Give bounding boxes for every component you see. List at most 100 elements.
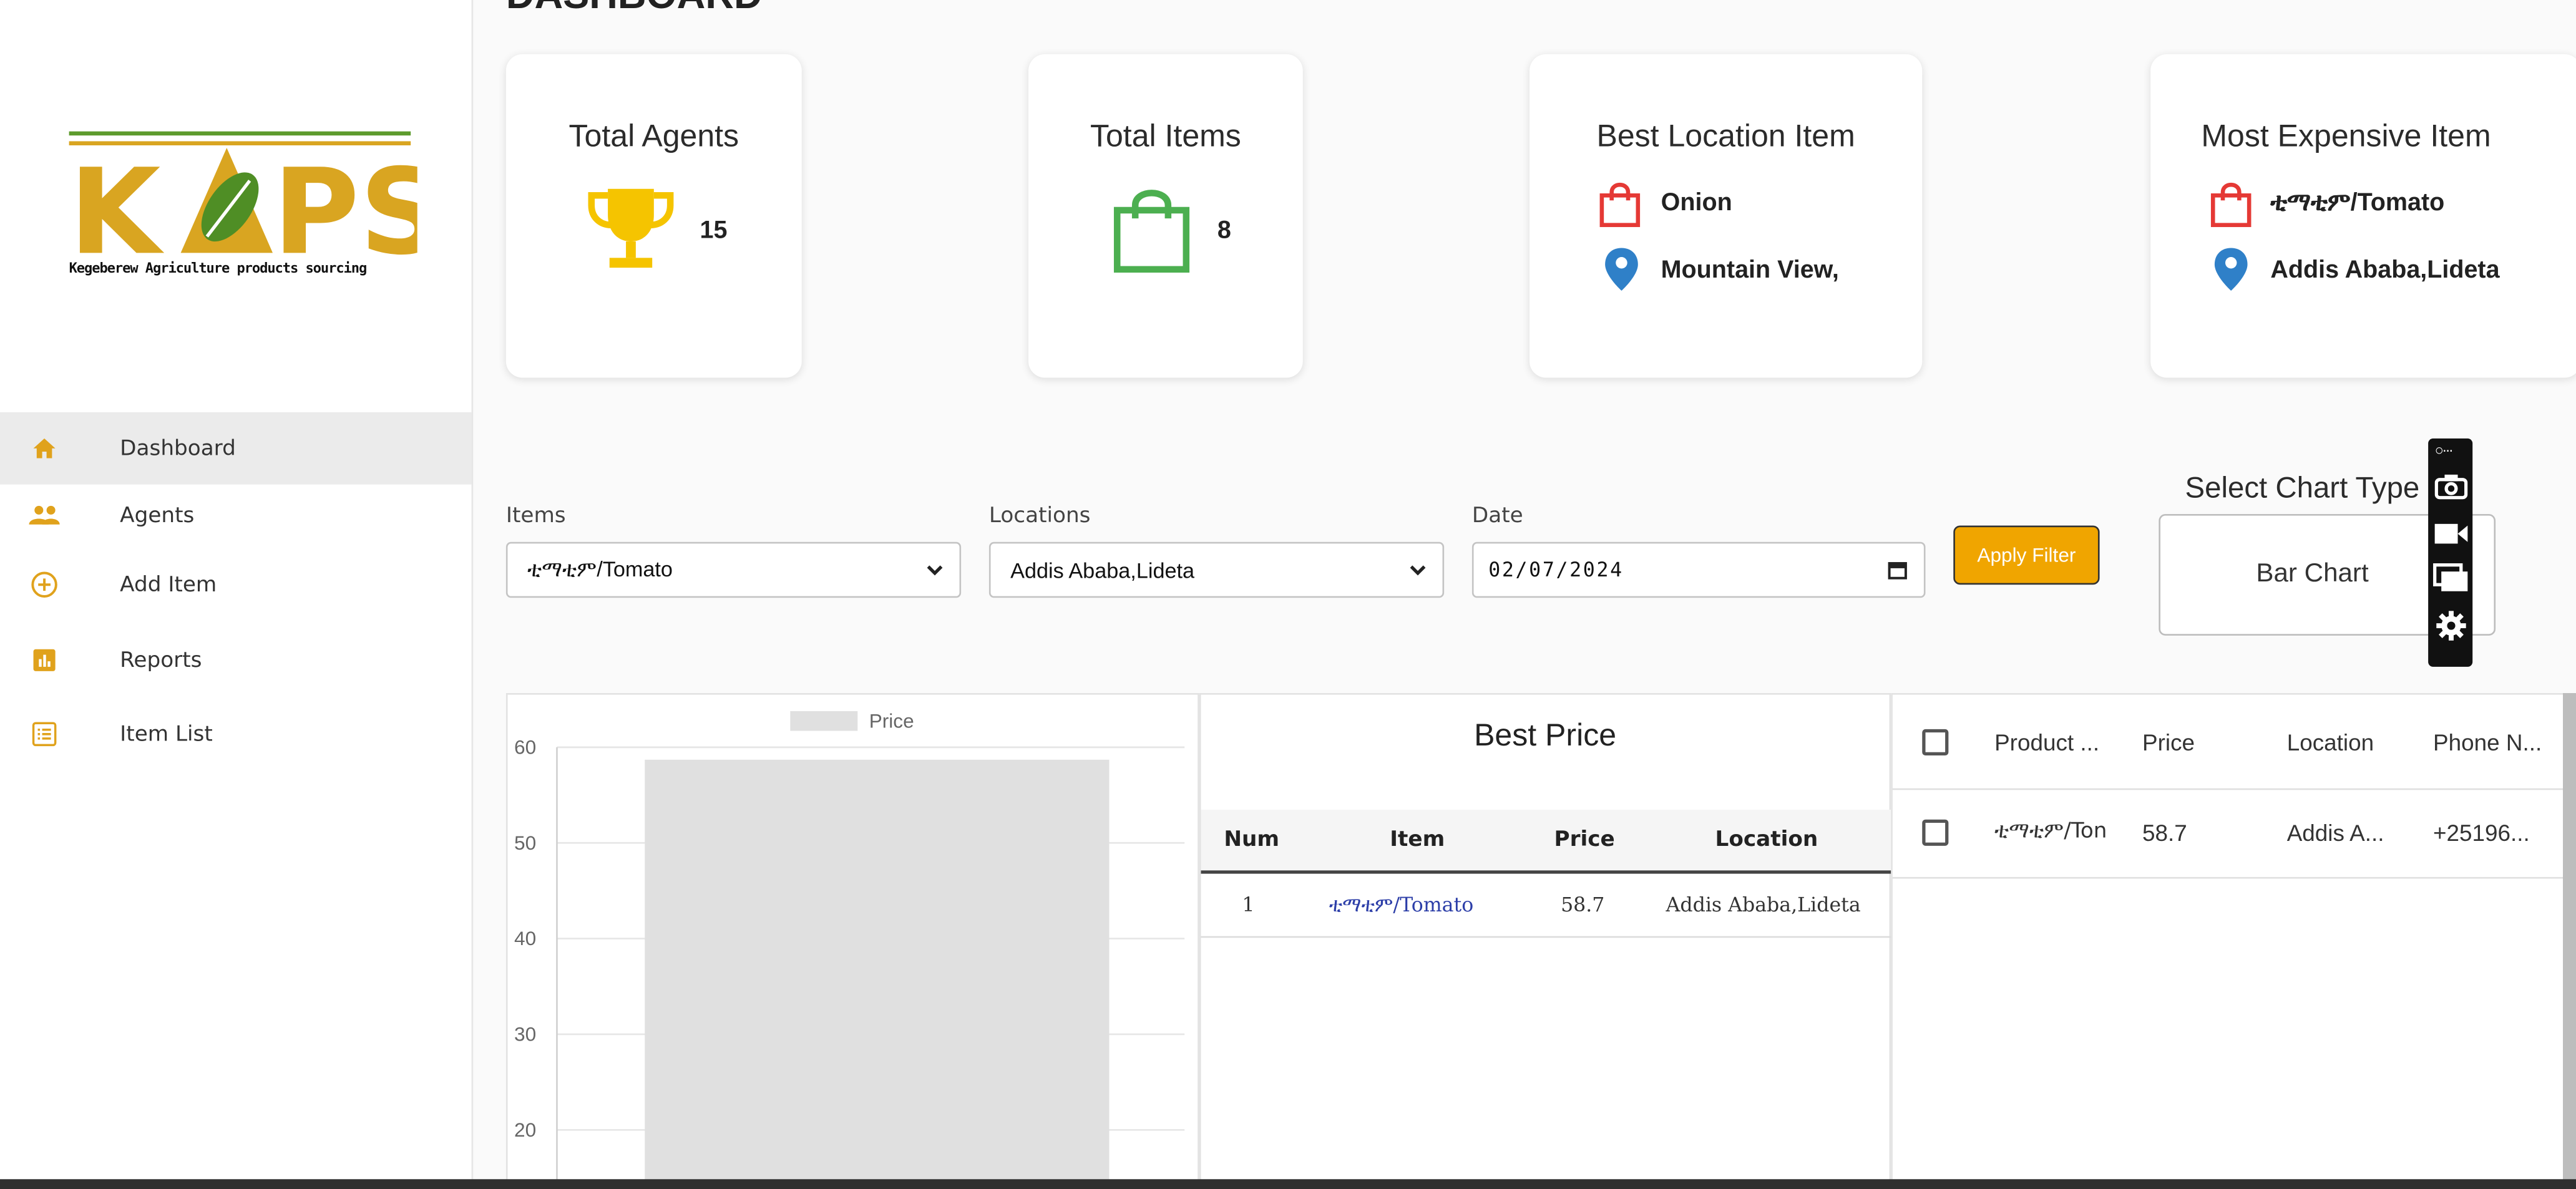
items-select-value: ቲማቲም/Tomato bbox=[527, 556, 673, 581]
best-location-item: Onion bbox=[1661, 188, 1732, 217]
chart-bar bbox=[645, 759, 1110, 1189]
data-grid-panel: Product ... Price Location Phone N... ቲማ… bbox=[1891, 692, 2576, 1189]
apply-filter-label: Apply Filter bbox=[1977, 543, 2076, 567]
y-tick-label: 50 bbox=[514, 832, 536, 854]
items-select[interactable]: ቲማቲም/Tomato bbox=[505, 541, 962, 598]
home-icon bbox=[26, 430, 62, 467]
video-icon[interactable] bbox=[2433, 521, 2469, 555]
table-row[interactable]: ቲማቲም/Ton 58.7 Addis A... +25196... bbox=[1892, 790, 2576, 879]
card-title: Total Items bbox=[1090, 120, 1241, 155]
sidebar-item-reports[interactable]: Reports bbox=[0, 624, 472, 696]
date-input-value: 02/07/2024 bbox=[1488, 558, 1624, 581]
sidebar-item-label: Reports bbox=[120, 648, 202, 673]
chart-type-value: Bar Chart bbox=[2256, 560, 2369, 588]
row-location: Addis A... bbox=[2286, 819, 2384, 846]
sidebar-item-item-list[interactable]: Item List bbox=[0, 698, 472, 770]
bottom-edge bbox=[0, 1179, 2576, 1189]
row-price: 58.7 bbox=[1561, 893, 1605, 917]
row-checkbox[interactable] bbox=[1922, 819, 1949, 846]
gear-icon[interactable] bbox=[2435, 609, 2468, 651]
shopping-bag-icon bbox=[1112, 185, 1191, 282]
column-header-location: Location bbox=[1715, 827, 1818, 853]
shopping-bag-icon bbox=[2210, 182, 2252, 236]
price-chart-panel: Price 20 30 40 50 60 bbox=[505, 692, 1199, 1189]
chart-type-label: Select Chart Type bbox=[2185, 471, 2420, 505]
windows-icon[interactable] bbox=[2433, 563, 2469, 601]
chevron-down-icon bbox=[924, 558, 947, 586]
svg-text:K: K bbox=[69, 143, 165, 260]
card-title: Total Agents bbox=[568, 120, 739, 155]
app-frame: DASHBOARD K PS Kegeberew Agriculture pro… bbox=[0, 0, 2576, 1189]
most-expensive-location: Addis Ababa,Lideta bbox=[2270, 256, 2500, 284]
most-expensive-card: Most Expensive Item ቲማቲም/Tomato Addis Ab… bbox=[2150, 54, 2576, 378]
chevron-down-icon bbox=[1407, 558, 1430, 586]
column-header-location[interactable]: Location bbox=[2287, 729, 2374, 755]
locations-select-value: Addis Ababa,Lideta bbox=[1010, 557, 1195, 583]
locations-filter-label: Locations bbox=[988, 504, 1091, 529]
sidebar-item-agents[interactable]: Agents bbox=[0, 480, 472, 552]
y-tick-label: 20 bbox=[514, 1119, 536, 1141]
location-pin-icon bbox=[1604, 246, 1640, 301]
svg-text:PS: PS bbox=[273, 143, 417, 260]
column-header-price: Price bbox=[1554, 827, 1615, 853]
people-icon bbox=[26, 498, 62, 534]
y-tick-label: 60 bbox=[514, 735, 536, 758]
camera-icon[interactable] bbox=[2434, 473, 2468, 507]
add-circle-icon bbox=[26, 566, 62, 603]
sidebar-item-add-item[interactable]: Add Item bbox=[0, 548, 472, 621]
apply-filter-button[interactable]: Apply Filter bbox=[1953, 525, 2100, 585]
shopping-bag-icon bbox=[1599, 182, 1641, 236]
sidebar: K PS Kegeberew Agriculture products sour… bbox=[0, 0, 474, 1189]
best-price-title: Best Price bbox=[1474, 719, 1617, 754]
price-bar-chart: Price 20 30 40 50 60 bbox=[514, 709, 1185, 1189]
y-tick-label: 30 bbox=[514, 1022, 536, 1045]
calendar-icon[interactable] bbox=[1888, 560, 1908, 585]
total-items-value: 8 bbox=[1217, 216, 1231, 245]
column-header-item: Item bbox=[1390, 827, 1445, 853]
sidebar-item-label: Item List bbox=[120, 722, 213, 747]
list-icon bbox=[26, 716, 62, 752]
row-item-link[interactable]: ቲማቲም/Tomato bbox=[1329, 893, 1473, 918]
sidebar-item-label: Add Item bbox=[120, 572, 217, 597]
grid-scrollbar[interactable] bbox=[2563, 692, 2576, 1189]
best-location-place: Mountain View, bbox=[1661, 256, 1839, 284]
date-input[interactable]: 02/07/2024 bbox=[1471, 541, 1926, 598]
row-location: Addis Ababa,Lideta bbox=[1666, 893, 1861, 917]
card-title: Most Expensive Item bbox=[2201, 120, 2491, 155]
brand-logo: K PS Kegeberew Agriculture products sour… bbox=[69, 128, 444, 286]
more-icon[interactable]: ○··· bbox=[2435, 442, 2454, 458]
total-agents-card: Total Agents 15 bbox=[505, 54, 802, 378]
best-price-table-header: Num Item Price Location bbox=[1201, 809, 1893, 874]
date-filter-label: Date bbox=[1471, 504, 1523, 529]
column-header-price[interactable]: Price bbox=[2142, 729, 2195, 755]
total-agents-value: 15 bbox=[700, 216, 728, 245]
y-tick-label: 40 bbox=[514, 927, 536, 949]
row-price: 58.7 bbox=[2142, 819, 2187, 846]
bar-report-icon bbox=[26, 642, 62, 678]
capture-toolbar: ○··· bbox=[2428, 438, 2473, 667]
legend-swatch bbox=[790, 711, 858, 731]
column-header-num: Num bbox=[1224, 827, 1280, 853]
total-items-card: Total Items 8 bbox=[1028, 54, 1303, 378]
row-num: 1 bbox=[1242, 893, 1255, 917]
column-header-product[interactable]: Product ... bbox=[1994, 729, 2126, 755]
brand-tagline: Kegeberew Agriculture products sourcing bbox=[69, 259, 368, 276]
sidebar-item-label: Agents bbox=[120, 503, 195, 528]
row-product: ቲማቲም/Ton bbox=[1994, 819, 2107, 845]
best-price-panel: Best Price Num Item Price Location 1 ቲማቲ… bbox=[1199, 692, 1893, 1189]
sidebar-item-dashboard[interactable]: Dashboard bbox=[0, 412, 472, 485]
page-title: DASHBOARD bbox=[506, 0, 763, 20]
most-expensive-item: ቲማቲም/Tomato bbox=[2270, 188, 2445, 217]
legend-label: Price bbox=[869, 709, 914, 732]
table-row: 1 ቲማቲም/Tomato 58.7 Addis Ababa,Lideta bbox=[1201, 874, 1893, 938]
select-all-checkbox[interactable] bbox=[1922, 729, 1949, 756]
trophy-icon bbox=[585, 185, 676, 282]
items-filter-label: Items bbox=[505, 504, 566, 529]
column-header-phone[interactable]: Phone N... bbox=[2433, 729, 2565, 755]
grid-header: Product ... Price Location Phone N... bbox=[1892, 695, 2576, 790]
row-phone: +25196... bbox=[2433, 819, 2530, 846]
card-title: Best Location Item bbox=[1596, 120, 1855, 155]
sidebar-item-label: Dashboard bbox=[120, 435, 236, 461]
logo-graphic: K PS bbox=[69, 131, 444, 281]
locations-select[interactable]: Addis Ababa,Lideta bbox=[988, 541, 1445, 598]
